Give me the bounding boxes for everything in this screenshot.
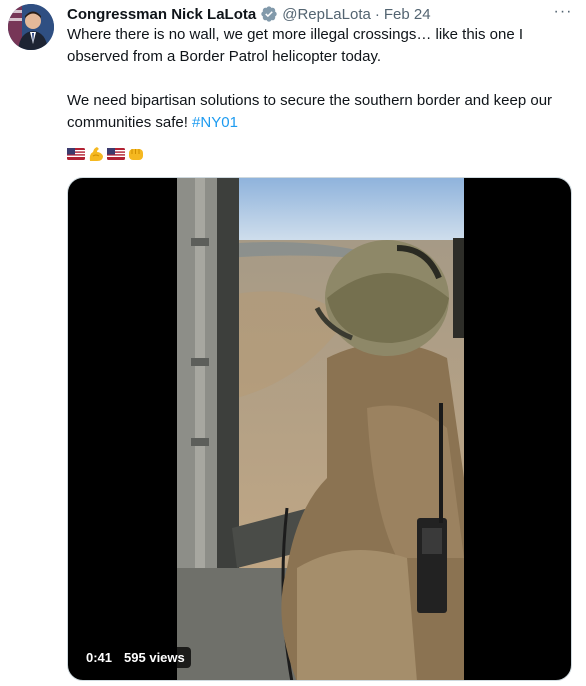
emoji-row [67, 145, 145, 165]
us-flag-icon [107, 145, 125, 163]
flexed-biceps-icon [87, 145, 105, 163]
author-name[interactable]: Congressman Nick LaLota [67, 6, 256, 23]
tweet-paragraph-2: We need bipartisan solutions to secure t… [67, 90, 567, 134]
oncoming-fist-icon [127, 145, 145, 163]
hashtag-link[interactable]: #NY01 [192, 114, 238, 131]
verified-badge-icon[interactable] [260, 5, 278, 23]
video-stats-badge: 0:41 595 views [80, 647, 191, 668]
tweet-paragraph-1: Where there is no wall, we get more ille… [67, 26, 524, 65]
tweet-date[interactable]: Feb 24 [384, 6, 431, 23]
tweet-body: Where there is no wall, we get more ille… [67, 24, 567, 134]
video-frame[interactable] [177, 178, 464, 680]
video-views: 595 views [124, 650, 185, 665]
tweet-paragraph-2-text: We need bipartisan solutions to secure t… [67, 92, 553, 131]
video-duration: 0:41 [86, 650, 113, 665]
video-player[interactable]: 0:41 595 views [67, 177, 572, 681]
tweet-header: Congressman Nick LaLota @RepLaLota · Feb… [67, 3, 576, 25]
separator-dot: · [374, 5, 380, 23]
us-flag-icon [67, 145, 85, 163]
more-options-icon[interactable]: ··· [550, 1, 576, 23]
avatar[interactable] [8, 4, 54, 50]
author-handle[interactable]: @RepLaLota [282, 6, 371, 23]
